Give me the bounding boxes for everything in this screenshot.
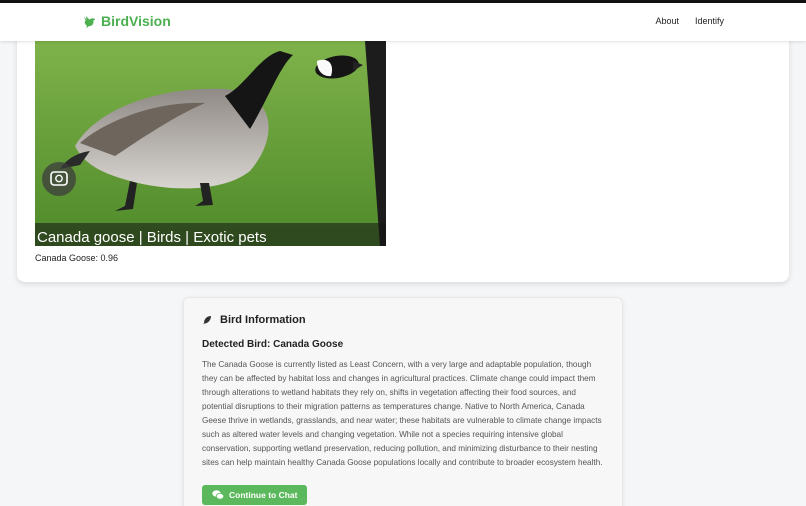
prediction-caption: Canada Goose: 0.96 xyxy=(35,253,119,263)
bird-logo-icon xyxy=(83,15,96,28)
detected-bird-title: Detected Bird: Canada Goose xyxy=(202,339,344,350)
feather-icon xyxy=(203,316,211,325)
bird-info-header: Bird Information xyxy=(202,314,306,326)
bird-description: The Canada Goose is currently listed as … xyxy=(202,360,603,467)
bird-photo: Canada goose | Birds | Exotic pets xyxy=(35,41,386,246)
bird-info-title: Bird Information xyxy=(220,314,306,326)
nav-link-identify[interactable]: Identify xyxy=(695,16,724,26)
photo-overlay-text: Canada goose | Birds | Exotic pets xyxy=(37,229,267,246)
bird-info-card: Bird Information Detected Bird: Canada G… xyxy=(183,297,623,506)
nav-link-about[interactable]: About xyxy=(655,16,679,26)
brand-name: BirdVision xyxy=(101,13,171,29)
continue-to-chat-label: Continue to Chat xyxy=(229,490,298,500)
brand-logo[interactable]: BirdVision xyxy=(82,13,171,29)
nav-links: About Identify xyxy=(655,16,724,26)
continue-to-chat-button[interactable]: Continue to Chat xyxy=(202,485,308,505)
navbar: BirdVision About Identify xyxy=(0,3,806,41)
chat-bubbles-icon xyxy=(212,490,224,500)
